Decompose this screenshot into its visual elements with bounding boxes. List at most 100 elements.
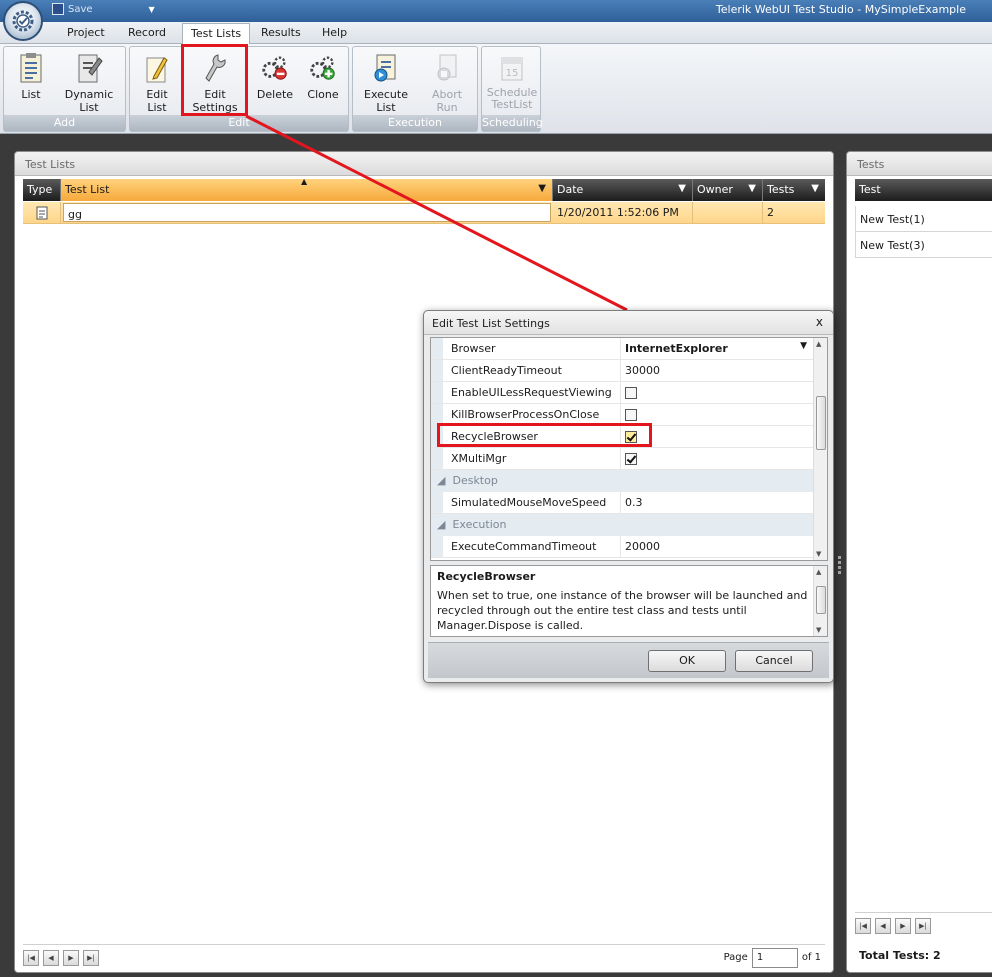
enable-uiless-checkbox[interactable] <box>625 387 637 399</box>
scroll-thumb[interactable] <box>816 586 826 614</box>
abort-run-button[interactable]: Abort Run <box>421 51 473 114</box>
close-icon[interactable]: x <box>816 315 823 329</box>
scroll-up-icon[interactable]: ▲ <box>816 340 821 348</box>
group-label-edit: Edit <box>130 115 348 131</box>
column-test-list-label: Test List <box>65 183 110 196</box>
property-grid-scrollbar[interactable]: ▲ ▼ <box>813 338 827 560</box>
property-row-mouse-speed[interactable]: SimulatedMouseMoveSpeed 0.3 <box>431 492 815 514</box>
scroll-down-icon[interactable]: ▼ <box>816 626 821 634</box>
property-name: ExecuteCommandTimeout <box>431 536 621 557</box>
test-list-date-cell: 1/20/2011 1:52:06 PM <box>553 202 693 223</box>
page-number-input[interactable]: 1 <box>751 947 798 968</box>
first-page-icon[interactable]: |◀ <box>855 917 871 934</box>
scroll-down-icon[interactable]: ▼ <box>816 550 821 558</box>
description-scrollbar[interactable]: ▲ ▼ <box>813 566 827 636</box>
group-label-execution: Execution <box>353 115 477 131</box>
tab-record[interactable]: Record <box>128 26 166 39</box>
property-name: Browser <box>431 338 621 359</box>
tests-pager: |◀ ◀ ▶ ▶| <box>855 912 992 934</box>
next-page-icon[interactable]: ▶ <box>63 949 79 966</box>
column-date[interactable]: Date ▼ <box>553 179 693 201</box>
filter-icon[interactable]: ▼ <box>678 183 686 194</box>
delete-button-label: Delete <box>256 88 294 101</box>
column-test[interactable]: Test <box>855 179 992 201</box>
edit-list-icon <box>142 51 172 85</box>
execute-command-timeout-input[interactable]: 20000 <box>621 536 815 557</box>
filter-icon[interactable]: ▼ <box>538 183 546 194</box>
application-menu-button[interactable] <box>3 1 43 41</box>
sort-ascending-icon: ▲ <box>301 177 308 186</box>
column-tests[interactable]: Tests ▼ <box>763 179 825 201</box>
page-label: Page <box>723 952 748 963</box>
execute-list-button[interactable]: Execute List <box>357 51 415 114</box>
column-owner[interactable]: Owner ▼ <box>693 179 763 201</box>
edit-list-button-label: Edit List <box>146 88 168 114</box>
gear-plus-icon <box>308 51 338 85</box>
edit-settings-highlight <box>181 44 248 116</box>
property-row-enable-uiless[interactable]: EnableUILessRequestViewing <box>431 382 815 404</box>
chevron-down-icon[interactable]: ▼ <box>800 341 807 351</box>
page-count-label: of 1 <box>801 952 821 963</box>
schedule-testlist-button-label: Schedule TestList <box>486 86 538 111</box>
list-item[interactable]: New Test(1) <box>856 206 992 232</box>
filter-icon[interactable]: ▼ <box>748 183 756 194</box>
mouse-speed-input[interactable]: 0.3 <box>621 492 815 513</box>
xmultimgr-checkbox[interactable] <box>625 453 637 465</box>
clone-button[interactable]: Clone <box>302 51 344 101</box>
last-page-icon[interactable]: ▶| <box>915 917 931 934</box>
ok-button[interactable]: OK <box>648 650 726 672</box>
table-row[interactable]: gg 1/20/2011 1:52:06 PM 2 <box>23 202 825 224</box>
tab-test-lists[interactable]: Test Lists <box>182 23 251 45</box>
property-name: KillBrowserProcessOnClose <box>431 404 621 425</box>
window-title: Telerik WebUI Test Studio - MySimpleExam… <box>715 3 966 16</box>
qat-save-label[interactable]: Save <box>68 4 93 15</box>
property-row-client-ready-timeout[interactable]: ClientReadyTimeout 30000 <box>431 360 815 382</box>
prev-page-icon[interactable]: ◀ <box>43 949 59 966</box>
recycle-browser-highlight <box>437 423 652 447</box>
cancel-button[interactable]: Cancel <box>735 650 813 672</box>
property-row-browser[interactable]: Browser InternetExplorer ▼ <box>431 338 815 360</box>
client-ready-timeout-input[interactable]: 30000 <box>621 360 815 381</box>
property-description: RecycleBrowser When set to true, one ins… <box>430 565 828 637</box>
ribbon: List Dynamic List Add Edit List Edit Set… <box>0 44 992 134</box>
delete-button[interactable]: Delete <box>254 51 296 101</box>
first-page-icon[interactable]: |◀ <box>23 949 39 966</box>
clone-button-label: Clone <box>307 88 339 101</box>
list-button[interactable]: List <box>16 51 46 101</box>
column-test-list[interactable]: Test List ▲ ▼ <box>61 177 553 201</box>
ribbon-group-scheduling: 15 Schedule TestList Scheduling <box>481 46 543 132</box>
schedule-testlist-button[interactable]: 15 Schedule TestList <box>484 51 540 111</box>
test-list-name-cell[interactable]: gg <box>63 203 551 222</box>
next-page-icon[interactable]: ▶ <box>895 917 911 934</box>
abort-run-button-label: Abort Run <box>431 88 463 114</box>
scroll-thumb[interactable] <box>816 396 826 450</box>
property-row-execute-command-timeout[interactable]: ExecuteCommandTimeout 20000 <box>431 536 815 558</box>
collapse-icon[interactable]: ◢ <box>437 518 445 531</box>
tab-project[interactable]: Project <box>67 26 105 39</box>
category-desktop[interactable]: ◢ Desktop <box>431 470 815 492</box>
property-name: SimulatedMouseMoveSpeed <box>431 492 621 513</box>
qat-dropdown-icon[interactable]: ▼ <box>149 5 155 14</box>
kill-browser-checkbox[interactable] <box>625 409 637 421</box>
edit-list-button[interactable]: Edit List <box>136 51 178 114</box>
browser-select[interactable]: InternetExplorer ▼ <box>621 338 815 359</box>
list-icon <box>16 51 46 85</box>
collapse-icon[interactable]: ◢ <box>437 474 445 487</box>
list-button-label: List <box>21 88 41 101</box>
description-title: RecycleBrowser <box>437 570 536 583</box>
property-name: EnableUILessRequestViewing <box>431 382 621 403</box>
tab-help[interactable]: Help <box>322 26 347 39</box>
column-type[interactable]: Type <box>23 179 61 201</box>
dynamic-list-button[interactable]: Dynamic List <box>56 51 122 114</box>
list-item[interactable]: New Test(3) <box>856 232 992 258</box>
last-page-icon[interactable]: ▶| <box>83 949 99 966</box>
tab-results[interactable]: Results <box>261 26 301 39</box>
property-row-xmultimgr[interactable]: XMultiMgr <box>431 448 815 470</box>
prev-page-icon[interactable]: ◀ <box>875 917 891 934</box>
category-execution[interactable]: ◢ Execution <box>431 514 815 536</box>
save-icon[interactable] <box>52 3 64 15</box>
filter-icon[interactable]: ▼ <box>811 183 819 194</box>
quick-access-toolbar: Save ▼ <box>52 3 155 15</box>
scroll-up-icon[interactable]: ▲ <box>816 568 821 576</box>
splitter-handle[interactable] <box>838 556 842 576</box>
